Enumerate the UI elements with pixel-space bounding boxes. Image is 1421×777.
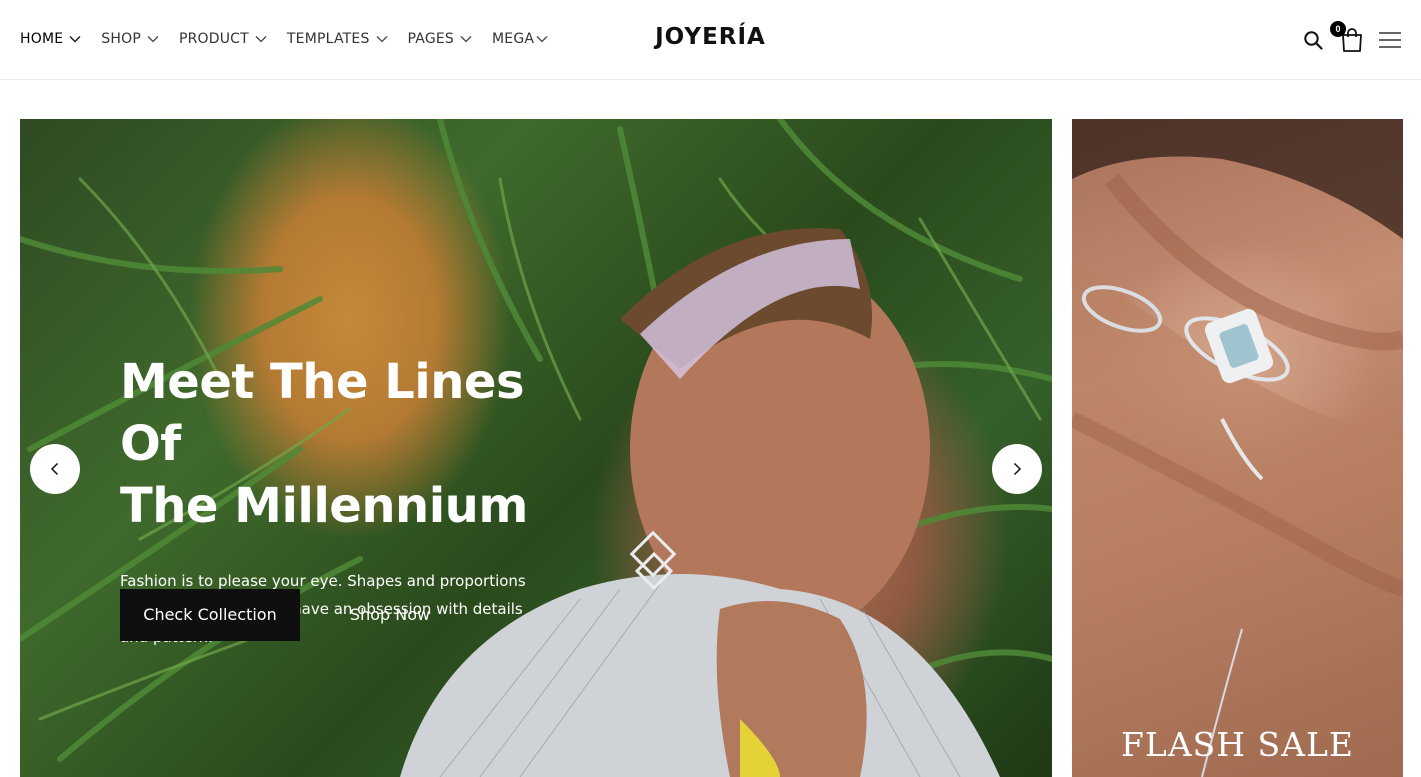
nav-shop[interactable]: SHOP bbox=[101, 31, 159, 47]
check-collection-button[interactable]: Check Collection bbox=[120, 589, 300, 641]
site-header: HOME SHOP PRODUCT TEMPLATES PAGES MEGA J… bbox=[0, 0, 1421, 80]
nav-home-label: HOME bbox=[20, 31, 64, 47]
nav-home[interactable]: HOME bbox=[20, 31, 81, 47]
hamburger-menu-icon[interactable] bbox=[1378, 31, 1402, 49]
nav-product[interactable]: PRODUCT bbox=[179, 31, 267, 47]
nav-mega[interactable]: MEGA bbox=[492, 31, 548, 47]
hero-slider: Meet The Lines Of The Millennium Fashion… bbox=[20, 119, 1052, 777]
chevron-down-icon bbox=[147, 36, 159, 43]
chevron-left-icon bbox=[50, 462, 59, 476]
chevron-down-icon bbox=[69, 35, 81, 43]
nav-templates-label: TEMPLATES bbox=[286, 31, 370, 47]
chevron-right-icon bbox=[1013, 462, 1022, 476]
nav-mega-label: MEGA bbox=[492, 31, 535, 47]
nav-pages[interactable]: PAGES bbox=[408, 31, 472, 47]
slider-next-button[interactable] bbox=[992, 444, 1042, 494]
flash-sale-label[interactable]: FLASH SALE bbox=[1072, 725, 1403, 764]
cart-count-badge: 0 bbox=[1330, 21, 1346, 37]
chevron-down-icon bbox=[255, 36, 267, 43]
chevron-down-icon bbox=[460, 36, 472, 43]
main-nav: HOME SHOP PRODUCT TEMPLATES PAGES MEGA bbox=[20, 0, 568, 78]
search-icon[interactable] bbox=[1303, 30, 1323, 50]
chevron-down-icon bbox=[536, 36, 548, 43]
nav-pages-label: PAGES bbox=[407, 31, 455, 47]
nav-templates[interactable]: TEMPLATES bbox=[287, 31, 388, 47]
hero-title-line-2: The Millennium bbox=[120, 478, 528, 534]
slider-prev-button[interactable] bbox=[30, 444, 80, 494]
hero-title: Meet The Lines Of The Millennium bbox=[120, 351, 560, 537]
hero-title-line-1: Meet The Lines Of bbox=[120, 354, 525, 472]
nav-shop-label: SHOP bbox=[101, 31, 141, 47]
nav-product-label: PRODUCT bbox=[178, 31, 249, 47]
flash-sale-banner[interactable]: FLASH SALE bbox=[1072, 119, 1403, 777]
shop-now-button[interactable]: Shop Now bbox=[340, 589, 440, 641]
chevron-down-icon bbox=[376, 36, 388, 43]
site-logo[interactable]: JOYERÍA bbox=[655, 24, 766, 50]
ring-hand-image bbox=[1072, 119, 1403, 777]
